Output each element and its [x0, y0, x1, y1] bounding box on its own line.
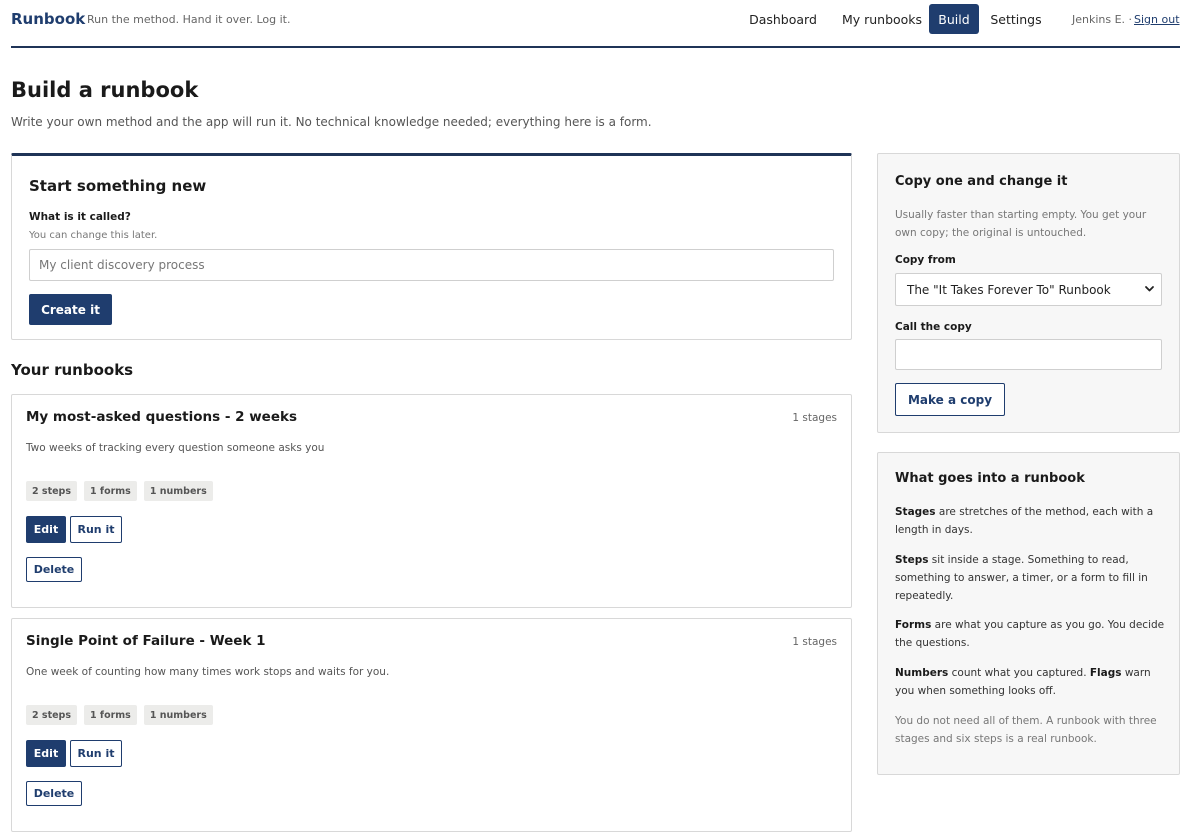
runbook-card: Single Point of Failure - Week 1 1 stage… [11, 618, 852, 832]
create-it-button[interactable]: Create it [29, 294, 112, 325]
copy-name-input[interactable] [895, 339, 1162, 370]
page-title: Build a runbook [11, 78, 199, 102]
copy-runbook-panel: Copy one and change it Usually faster th… [877, 153, 1180, 433]
page-subtitle: Write your own method and the app will r… [11, 115, 652, 129]
help-definition: are what you capture as you go. You deci… [895, 619, 1165, 649]
help-note: You do not need all of them. A runbook w… [895, 715, 1157, 745]
app-tagline: Run the method. Hand it over. Log it. [87, 13, 291, 26]
copy-from-select[interactable]: The "It Takes Forever To" Runbook [895, 273, 1162, 306]
help-term: Numbers [895, 667, 949, 679]
help-term: Flags [1089, 667, 1122, 679]
make-a-copy-button[interactable]: Make a copy [895, 383, 1005, 416]
nav-settings[interactable]: Settings [983, 4, 1049, 34]
help-definition: count what you captured. [948, 667, 1090, 679]
copy-panel-description: Usually faster than starting empty. You … [895, 209, 1147, 239]
runbook-name: My most-asked questions - 2 weeks [26, 409, 298, 425]
help-term: Steps [895, 554, 929, 566]
runbook-tags: 2 steps 1 forms 1 numbers [26, 481, 213, 501]
edit-runbook-button[interactable]: Edit [26, 516, 66, 543]
app-logo[interactable]: Runbook [11, 10, 85, 28]
runbook-card: My most-asked questions - 2 weeks 1 stag… [11, 394, 852, 608]
runbook-name-input[interactable] [29, 249, 834, 281]
runbook-name-label: What is it called? [29, 211, 131, 223]
copy-name-label: Call the copy [895, 321, 972, 333]
runbook-help-panel: What goes into a runbook Stages are stre… [877, 452, 1180, 775]
numbers-count-badge: 1 numbers [143, 705, 213, 725]
nav-my-runbooks[interactable]: My runbooks [832, 4, 932, 34]
runbook-stage-count: 1 stages [792, 636, 837, 648]
help-definition: sit inside a stage. Something to read, s… [895, 554, 1148, 602]
copy-panel-heading: Copy one and change it [895, 174, 1068, 189]
chevron-down-icon [1145, 286, 1154, 292]
run-runbook-button[interactable]: Run it [70, 740, 122, 767]
user-name: Jenkins E. · [1072, 13, 1133, 26]
copy-from-selected-value: The "It Takes Forever To" Runbook [907, 282, 1111, 297]
copy-from-label: Copy from [895, 254, 956, 266]
help-stages-text: Stages are stretches of the method, each… [895, 503, 1165, 539]
help-steps-text: Steps sit inside a stage. Something to r… [895, 551, 1165, 605]
top-navigation-bar: Runbook Run the method. Hand it over. Lo… [11, 0, 1180, 48]
start-new-card: Start something new What is it called? Y… [11, 153, 852, 340]
forms-count-badge: 1 forms [84, 705, 137, 725]
nav-build[interactable]: Build [929, 4, 979, 34]
run-runbook-button[interactable]: Run it [70, 516, 122, 543]
runbook-name: Single Point of Failure - Week 1 [26, 633, 266, 649]
runbook-name-hint: You can change this later. [29, 230, 158, 241]
edit-runbook-button[interactable]: Edit [26, 740, 66, 767]
help-forms-text: Forms are what you capture as you go. Yo… [895, 616, 1165, 652]
your-runbooks-heading: Your runbooks [11, 361, 134, 379]
delete-runbook-button[interactable]: Delete [26, 781, 82, 806]
help-numbers-text: Numbers count what you captured. Flags w… [895, 664, 1165, 700]
delete-runbook-button[interactable]: Delete [26, 557, 82, 582]
help-panel-heading: What goes into a runbook [895, 471, 1085, 486]
nav-dashboard[interactable]: Dashboard [739, 4, 827, 34]
sign-out-link[interactable]: Sign out [1134, 13, 1180, 26]
runbook-tags: 2 steps 1 forms 1 numbers [26, 705, 213, 725]
start-new-heading: Start something new [29, 177, 207, 195]
help-term: Forms [895, 619, 932, 631]
steps-count-badge: 2 steps [26, 705, 78, 725]
runbook-stage-count: 1 stages [792, 412, 837, 424]
runbook-description: One week of counting how many times work… [26, 666, 390, 678]
numbers-count-badge: 1 numbers [143, 481, 213, 501]
runbook-description: Two weeks of tracking every question som… [26, 442, 325, 454]
steps-count-badge: 2 steps [26, 481, 78, 501]
help-term: Stages [895, 506, 936, 518]
forms-count-badge: 1 forms [84, 481, 137, 501]
